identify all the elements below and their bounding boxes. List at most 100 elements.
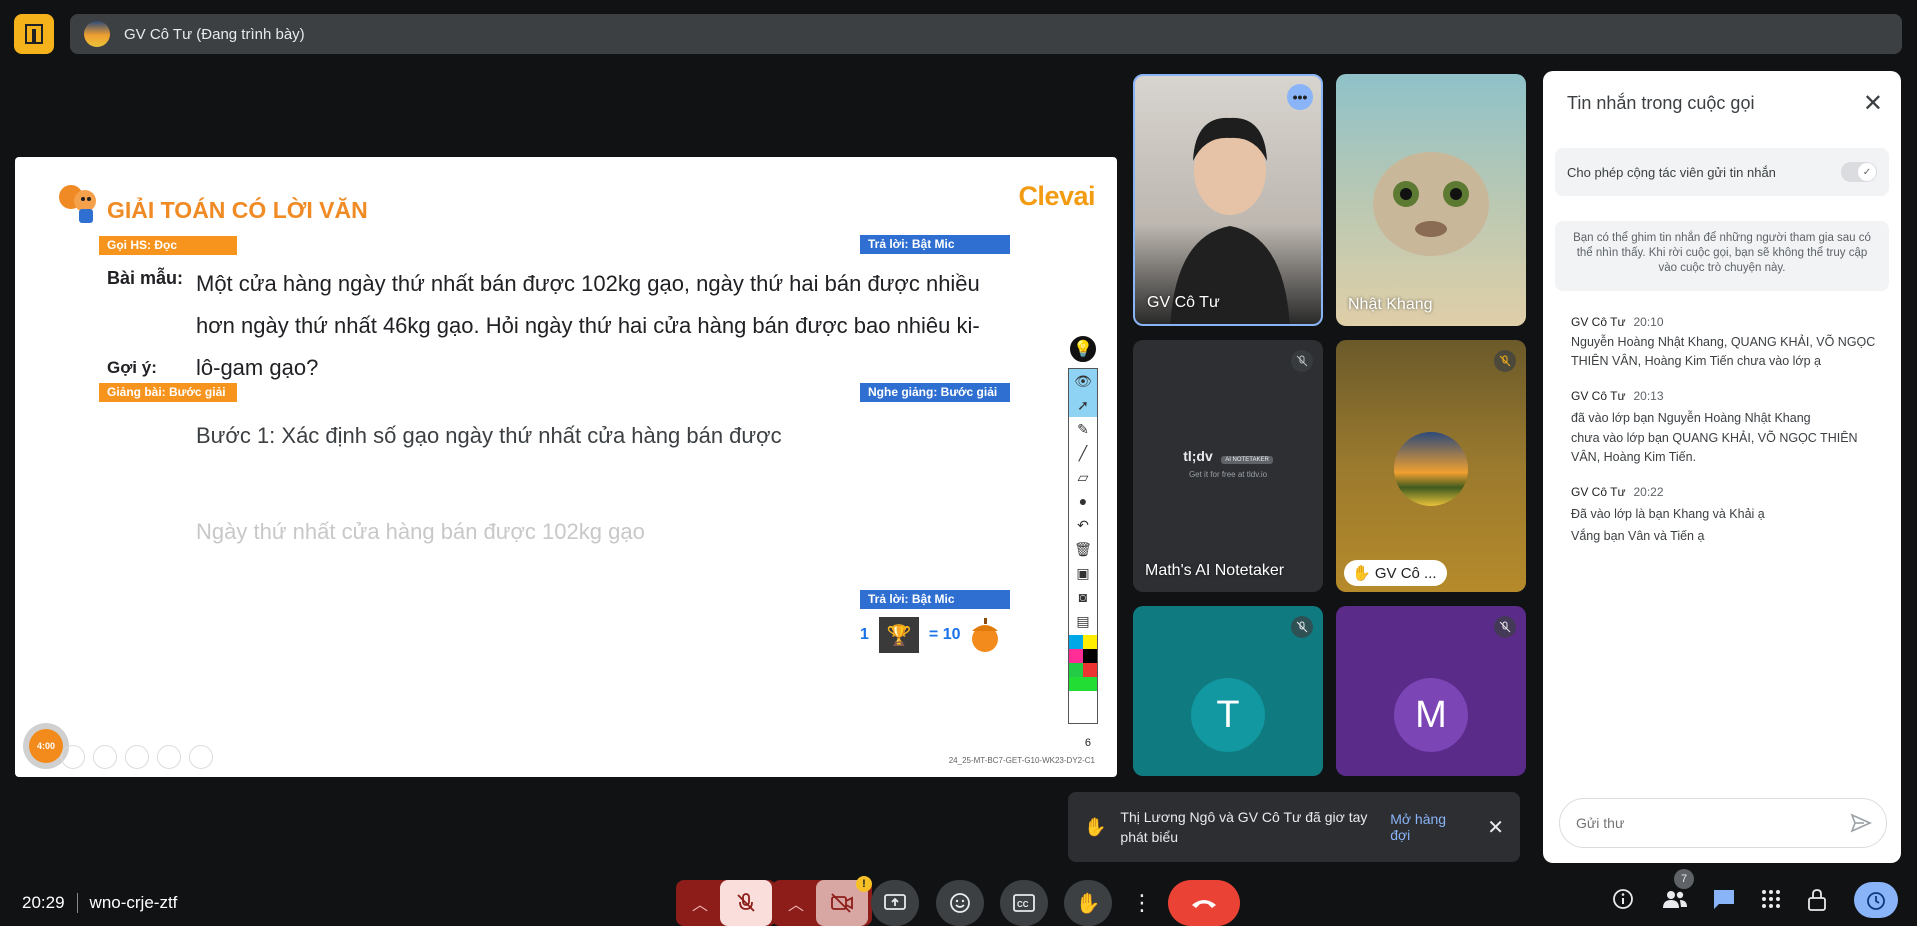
chat-input[interactable]	[1576, 815, 1836, 831]
participant-tile[interactable]: tl;dv AI NOTETAKER Get it for free at tl…	[1133, 340, 1323, 592]
message-time: 20:13	[1633, 389, 1664, 403]
hand-icon: ✋	[1084, 816, 1107, 837]
message-time: 20:10	[1633, 315, 1664, 329]
people-icon[interactable]: 7	[1662, 869, 1694, 910]
participant-tile[interactable]: T	[1133, 606, 1323, 776]
participant-tile[interactable]: Nhật Khang	[1336, 74, 1526, 326]
building-icon[interactable]	[14, 14, 54, 54]
open-queue-link[interactable]: Mở hàng đợi	[1390, 811, 1465, 843]
hand-icon: ✋	[1075, 892, 1101, 915]
color-swatch-yellow[interactable]	[1083, 635, 1097, 649]
info-icon[interactable]	[1612, 888, 1634, 910]
chat-title: Tin nhắn trong cuộc gọi	[1567, 93, 1755, 113]
emoji-icon	[950, 893, 970, 913]
undo-icon[interactable]: ↶	[1069, 513, 1097, 537]
camera-icon[interactable]: ◙	[1069, 585, 1097, 609]
lightbulb-icon[interactable]: 💡	[1068, 334, 1098, 364]
sunflower-avatar	[1394, 432, 1468, 506]
tag-tra-loi-2: Trả lời: Bật Mic	[860, 590, 1010, 609]
clipboard-icon[interactable]: ▤	[1069, 609, 1097, 633]
message-line: đã vào lớp bạn Nguyễn Hoàng Nhật Khang	[1571, 411, 1811, 425]
participant-tile[interactable]: M	[1336, 606, 1526, 776]
projector-icon[interactable]: ▣	[1069, 561, 1097, 585]
raised-hand-toast: ✋ Thị Lương Ngô và GV Cô Tư đã giơ tay p…	[1068, 792, 1520, 862]
allow-messages-toggle[interactable]: ✓	[1841, 162, 1877, 182]
activities-grid-icon[interactable]	[1760, 888, 1782, 910]
problem-line: Một cửa hàng ngày thứ nhất bán được 102k…	[196, 271, 980, 296]
captions-button[interactable]: CC	[1000, 880, 1048, 926]
copy-icon[interactable]	[125, 745, 149, 769]
more-vert-icon: ⋮	[1131, 890, 1153, 915]
score-equals: = 10	[928, 626, 961, 643]
color-swatch-green[interactable]	[1069, 663, 1083, 677]
dot-icon[interactable]: ●	[1069, 489, 1097, 513]
eye-icon[interactable]: 👁	[1069, 369, 1097, 393]
color-swatch-red[interactable]	[1083, 663, 1097, 677]
color-swatch-green-2[interactable]	[1069, 677, 1083, 691]
trophy-icon: 🏆	[878, 617, 919, 653]
pen-icon[interactable]: ╱	[1069, 441, 1097, 465]
participant-name: GV Cô ...	[1374, 565, 1437, 582]
score-count: 1	[860, 626, 869, 643]
mic-off-icon	[1291, 616, 1313, 638]
cursor-icon[interactable]: ➚	[1069, 393, 1097, 417]
color-swatch-cyan[interactable]	[1069, 635, 1083, 649]
mic-off-icon	[1494, 350, 1516, 372]
participant-tile[interactable]: ✋ GV Cô ...	[1336, 340, 1526, 592]
allow-messages-row: Cho phép cộng tác viên gửi tin nhắn ✓	[1555, 148, 1889, 196]
chat-message: GV Cô Tư 20:13 đã vào lớp bạn Nguyễn Hoàn…	[1571, 389, 1881, 467]
chat-message: GV Cô Tư 20:10 Nguyễn Hoàng Nhật Khang, Q…	[1571, 315, 1881, 371]
ai-notetaker-badge: AI NOTETAKER	[1221, 456, 1273, 464]
color-swatch-pink[interactable]	[1069, 649, 1083, 663]
leave-call-button[interactable]	[1168, 880, 1240, 926]
meeting-info: 20:29 wno-crje-ztf	[22, 893, 177, 913]
play-icon[interactable]	[61, 745, 85, 769]
chat-input-box[interactable]	[1559, 798, 1887, 848]
meeting-code: wno-crje-ztf	[89, 893, 178, 912]
tldv-logo-text: tl;dv	[1183, 448, 1213, 464]
chat-icon[interactable]	[1712, 888, 1736, 910]
message-line: chưa vào lớp bạn QUANG KHẢI, VÕ NGỌC THI…	[1571, 431, 1858, 464]
camera-off-icon[interactable]: !	[816, 876, 872, 926]
timer-value: 4:00	[29, 729, 63, 763]
emoji-button[interactable]	[936, 880, 984, 926]
message-sender: GV Cô Tư	[1571, 315, 1626, 329]
mic-off-icon[interactable]	[720, 880, 772, 926]
color-swatch-black[interactable]	[1083, 649, 1097, 663]
top-bar: GV Cô Tư (Đang trình bày)	[0, 0, 1917, 68]
raised-hand-chip: ✋ GV Cô ...	[1344, 560, 1447, 586]
bai-mau-label: Bài mẫu:	[107, 268, 184, 288]
close-icon[interactable]: ✕	[1487, 815, 1504, 840]
more-options-button[interactable]: ⋮	[1128, 880, 1156, 926]
pen-icon[interactable]	[93, 745, 117, 769]
warning-badge-icon: !	[856, 876, 872, 892]
more-icon[interactable]	[189, 745, 213, 769]
close-icon[interactable]: ✕	[1863, 89, 1883, 118]
tag-nghe-giang: Nghe giảng: Bước giải	[860, 383, 1010, 402]
send-icon[interactable]	[1850, 812, 1872, 834]
eraser-icon[interactable]: ▱	[1069, 465, 1097, 489]
clevai-logo: Clevai	[1018, 181, 1095, 211]
highlighter-icon[interactable]: ✎	[1069, 417, 1097, 441]
presenter-bar[interactable]: GV Cô Tư (Đang trình bày)	[70, 14, 1902, 54]
zoom-icon[interactable]	[157, 745, 181, 769]
problem-text: Một cửa hàng ngày thứ nhất bán được 102k…	[196, 263, 1016, 389]
alarm-clock-icon[interactable]	[1854, 882, 1898, 918]
toast-message: Thị Lương Ngô và GV Cô Tư đã giơ tay phá…	[1120, 809, 1368, 845]
problem-line: hơn ngày thứ nhất 46kg gạo. Hỏi ngày thứ…	[196, 313, 980, 338]
host-controls-lock-icon[interactable]	[1806, 888, 1828, 912]
chevron-up-icon[interactable]: ︿	[776, 891, 816, 915]
present-icon	[884, 894, 906, 910]
chevron-up-icon[interactable]: ︿	[680, 891, 720, 915]
trash-icon[interactable]: 🗑	[1069, 537, 1097, 561]
tag-tra-loi: Trả lời: Bật Mic	[860, 235, 1010, 254]
participant-tile[interactable]: ••• GV Cô Tư	[1133, 74, 1323, 326]
color-swatch-green-3[interactable]	[1083, 677, 1097, 691]
present-screen-button[interactable]	[871, 880, 919, 926]
raise-hand-button[interactable]: ✋	[1064, 880, 1112, 926]
message-line: Vắng bạn Vân và Tiến ạ	[1571, 529, 1705, 543]
participant-name: Math's AI Notetaker	[1145, 562, 1285, 579]
goi-y-label: Gợi ý:	[107, 358, 157, 377]
color-palette[interactable]	[1069, 635, 1097, 691]
more-options-icon[interactable]: •••	[1287, 84, 1313, 110]
